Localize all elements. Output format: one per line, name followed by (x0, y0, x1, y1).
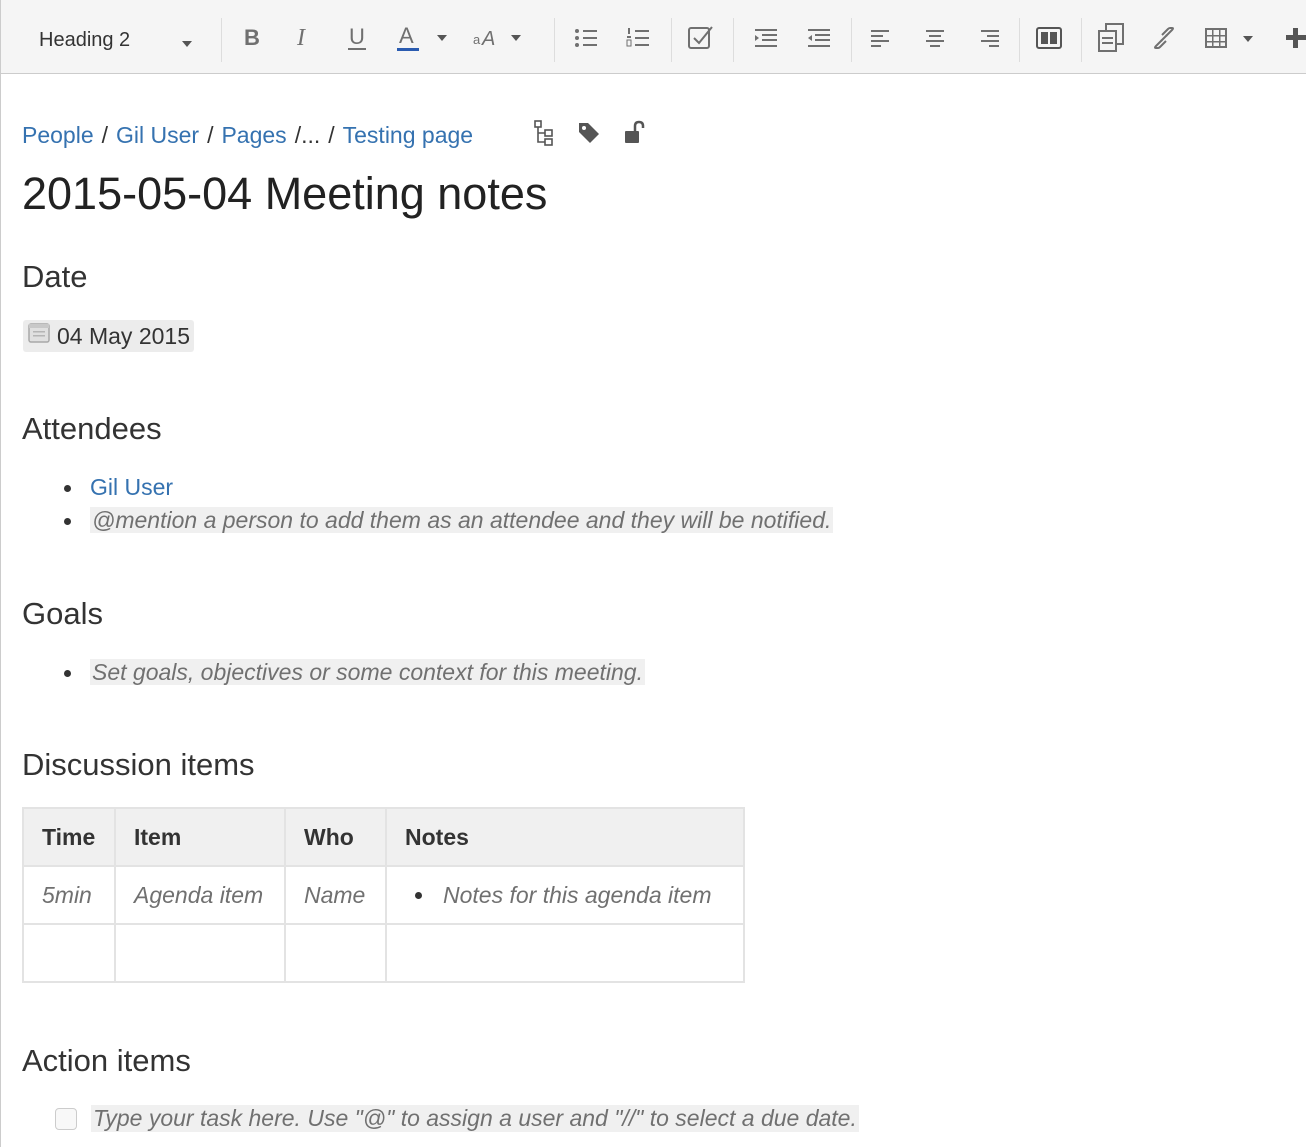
discussion-heading[interactable]: Discussion items (22, 746, 255, 784)
breadcrumb-testing-page[interactable]: Testing page (343, 122, 473, 149)
page-tree-icon[interactable] (533, 120, 555, 151)
unlock-icon[interactable] (623, 120, 645, 151)
list-item: @mention a person to add them as an atte… (60, 504, 834, 537)
align-left-button[interactable] (867, 18, 895, 58)
list-item: Set goals, objectives or some context fo… (60, 656, 645, 689)
column-header-time[interactable]: Time (22, 807, 116, 867)
table-row: 5min Agenda item Name Notes for this age… (22, 865, 745, 925)
svg-text:I: I (296, 26, 306, 50)
toolbar-divider (851, 18, 852, 62)
toolbar-divider (221, 18, 222, 62)
page-layout-button[interactable] (1033, 18, 1065, 58)
table-header-row: Time Item Who Notes (22, 807, 745, 867)
toolbar-divider (733, 18, 734, 62)
outdent-button[interactable] (751, 18, 781, 58)
numbered-list-button[interactable] (623, 18, 653, 58)
paragraph-format-label: Heading 2 (39, 28, 131, 51)
indent-button[interactable] (804, 18, 834, 58)
svg-text:a: a (473, 32, 481, 47)
toolbar-divider (554, 18, 555, 62)
more-formatting-button[interactable]: aA (471, 18, 531, 58)
task-list-button[interactable] (685, 18, 717, 58)
attendee-user-link[interactable]: Gil User (90, 474, 173, 500)
breadcrumb-gil-user[interactable]: Gil User (116, 122, 199, 149)
task-item: Type your task here. Use "@" to assign a… (55, 1105, 859, 1132)
breadcrumb-separator: / (207, 122, 214, 148)
table-cell-time[interactable] (22, 923, 116, 983)
table-cell-time[interactable]: 5min (22, 865, 116, 925)
insert-more-button[interactable] (1285, 18, 1306, 58)
svg-text:B: B (244, 27, 260, 49)
svg-text:A: A (399, 23, 414, 48)
align-right-button[interactable] (975, 18, 1003, 58)
attendees-list: Gil User @mention a person to add them a… (60, 471, 834, 537)
italic-button[interactable]: I (289, 18, 319, 58)
breadcrumb-separator: / (101, 122, 109, 148)
svg-text:U: U (349, 24, 365, 49)
page-actions (533, 120, 645, 151)
text-color-button[interactable]: A (395, 18, 455, 58)
toolbar-divider (1019, 18, 1020, 62)
column-header-item[interactable]: Item (114, 807, 286, 867)
insert-table-button[interactable] (1203, 18, 1263, 58)
goals-placeholder[interactable]: Set goals, objectives or some context fo… (90, 659, 645, 685)
underline-button[interactable]: U (341, 18, 373, 58)
toolbar-divider (671, 18, 672, 62)
column-header-who[interactable]: Who (284, 807, 387, 867)
task-placeholder[interactable]: Type your task here. Use "@" to assign a… (91, 1105, 859, 1132)
toolbar-divider (1081, 18, 1082, 62)
table-row (22, 923, 745, 983)
date-heading[interactable]: Date (22, 258, 87, 296)
bullet-list-button[interactable] (571, 18, 601, 58)
chevron-down-icon (181, 35, 193, 53)
task-checkbox[interactable] (55, 1107, 77, 1130)
page-title[interactable]: 2015-05-04 Meeting notes (22, 168, 547, 220)
breadcrumb-people[interactable]: People (22, 122, 94, 149)
table-cell-item[interactable]: Agenda item (114, 865, 286, 925)
list-item: Gil User (60, 471, 833, 504)
align-center-button[interactable] (921, 18, 949, 58)
bold-button[interactable]: B (237, 18, 267, 58)
date-value: 04 May 2015 (57, 322, 190, 349)
editor-frame: Heading 2 B I U A aA People / Gil User /… (0, 0, 1306, 1147)
table-cell-item[interactable] (114, 923, 286, 983)
insert-files-button[interactable] (1095, 18, 1127, 58)
svg-text:A: A (481, 28, 495, 50)
link-button[interactable] (1149, 18, 1179, 58)
attendees-heading[interactable]: Attendees (22, 410, 162, 448)
date-lozenge[interactable]: 04 May 2015 (23, 320, 194, 352)
attendee-placeholder[interactable]: @mention a person to add them as an atte… (90, 507, 834, 533)
paragraph-format-dropdown[interactable]: Heading 2 (31, 18, 211, 62)
column-header-notes[interactable]: Notes (385, 807, 745, 867)
calendar-icon (27, 322, 51, 350)
goals-heading[interactable]: Goals (22, 595, 103, 633)
table-cell-who[interactable]: Name (284, 865, 387, 925)
breadcrumb-separator: / (328, 122, 335, 148)
action-items-heading[interactable]: Action items (22, 1042, 191, 1080)
table-cell-notes[interactable] (385, 923, 745, 983)
breadcrumb-ellipsis[interactable]: ... (301, 122, 320, 149)
discussion-table: Time Item Who Notes 5min Agenda item Nam… (22, 807, 745, 983)
breadcrumb: People / Gil User / Pages / ... / Testin… (22, 122, 473, 149)
goals-list: Set goals, objectives or some context fo… (60, 656, 645, 689)
label-tag-icon[interactable] (577, 121, 601, 150)
breadcrumb-pages[interactable]: Pages (221, 122, 286, 149)
table-cell-who[interactable] (284, 923, 387, 983)
editor-content[interactable]: People / Gil User / Pages / ... / Testin… (0, 74, 1306, 1147)
table-cell-notes[interactable]: Notes for this agenda item (385, 865, 745, 925)
editor-toolbar: Heading 2 B I U A aA (0, 0, 1306, 74)
